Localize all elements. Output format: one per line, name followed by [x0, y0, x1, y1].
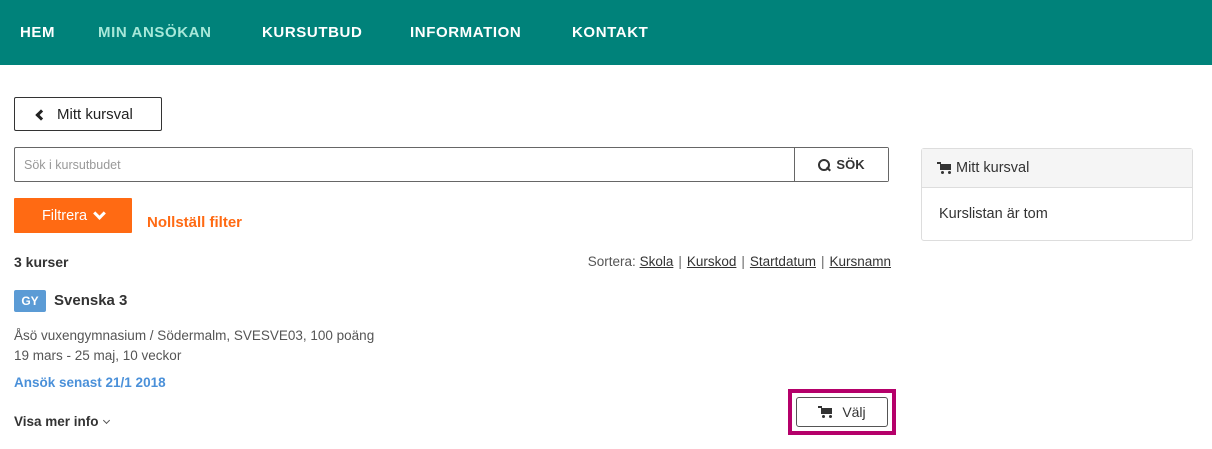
back-to-course-selection-button[interactable]: Mitt kursval: [14, 97, 162, 131]
nav-item-information[interactable]: INFORMATION: [410, 24, 521, 41]
cart-icon: [937, 162, 952, 174]
panel-body: Kurslistan är tom: [922, 188, 1192, 222]
sort-separator: |: [678, 254, 682, 269]
search-button[interactable]: SÖK: [794, 148, 888, 181]
filter-button[interactable]: Filtrera: [14, 198, 132, 233]
course-dates: 19 mars - 25 maj, 10 veckor: [14, 348, 182, 363]
top-navbar: HEM MIN ANSÖKAN KURSUTBUD INFORMATION KO…: [0, 0, 1212, 65]
choose-button-label: Välj: [842, 404, 866, 420]
sort-by-course-code-link[interactable]: Kurskod: [687, 254, 737, 269]
course-level-badge: GY: [14, 290, 46, 312]
filter-button-label: Filtrera: [41, 207, 88, 224]
search-icon: [818, 158, 831, 171]
back-button-label: Mitt kursval: [57, 105, 133, 123]
sort-options: Sortera: Skola | Kurskod | Startdatum | Kursna…: [588, 254, 891, 269]
course-info: Åsö vuxengymnasium / Södermalm, SVESVE03…: [14, 328, 375, 343]
application-deadline: Ansök senast 21/1 2018: [14, 375, 166, 390]
course-title[interactable]: Svenska 3: [54, 292, 127, 309]
search-bar: SÖK: [14, 147, 889, 182]
show-more-info-link[interactable]: Visa mer info: [14, 414, 110, 429]
more-info-label: Visa mer info: [14, 414, 99, 429]
result-count: 3 kurser: [14, 254, 69, 270]
sort-by-course-name-link[interactable]: Kursnamn: [829, 254, 891, 269]
cart-icon: [818, 406, 833, 418]
sort-separator: |: [741, 254, 745, 269]
search-input[interactable]: [15, 148, 794, 181]
sort-label: Sortera:: [587, 254, 636, 269]
sort-by-school-link[interactable]: Skola: [640, 254, 674, 269]
chevron-left-icon: [35, 108, 47, 121]
nav-item-kursutbud[interactable]: KURSUTBUD: [262, 24, 362, 41]
reset-filter-link[interactable]: Nollställ filter: [147, 214, 242, 231]
empty-list-text: Kurslistan är tom: [939, 206, 1048, 222]
course-selection-panel: Mitt kursval Kurslistan är tom: [921, 148, 1193, 241]
panel-header: Mitt kursval: [922, 149, 1192, 188]
chevron-down-icon: [93, 206, 106, 220]
choose-course-button[interactable]: Välj: [796, 397, 888, 427]
search-button-label: SÖK: [836, 157, 865, 172]
nav-item-min-ansokan[interactable]: MIN ANSÖKAN: [98, 24, 212, 41]
nav-item-kontakt[interactable]: KONTAKT: [572, 24, 648, 41]
sort-by-start-date-link[interactable]: Startdatum: [750, 254, 816, 269]
chevron-down-icon: [102, 416, 110, 424]
panel-title: Mitt kursval: [956, 160, 1030, 176]
sort-separator: |: [820, 254, 825, 269]
nav-item-hem[interactable]: HEM: [20, 24, 55, 41]
